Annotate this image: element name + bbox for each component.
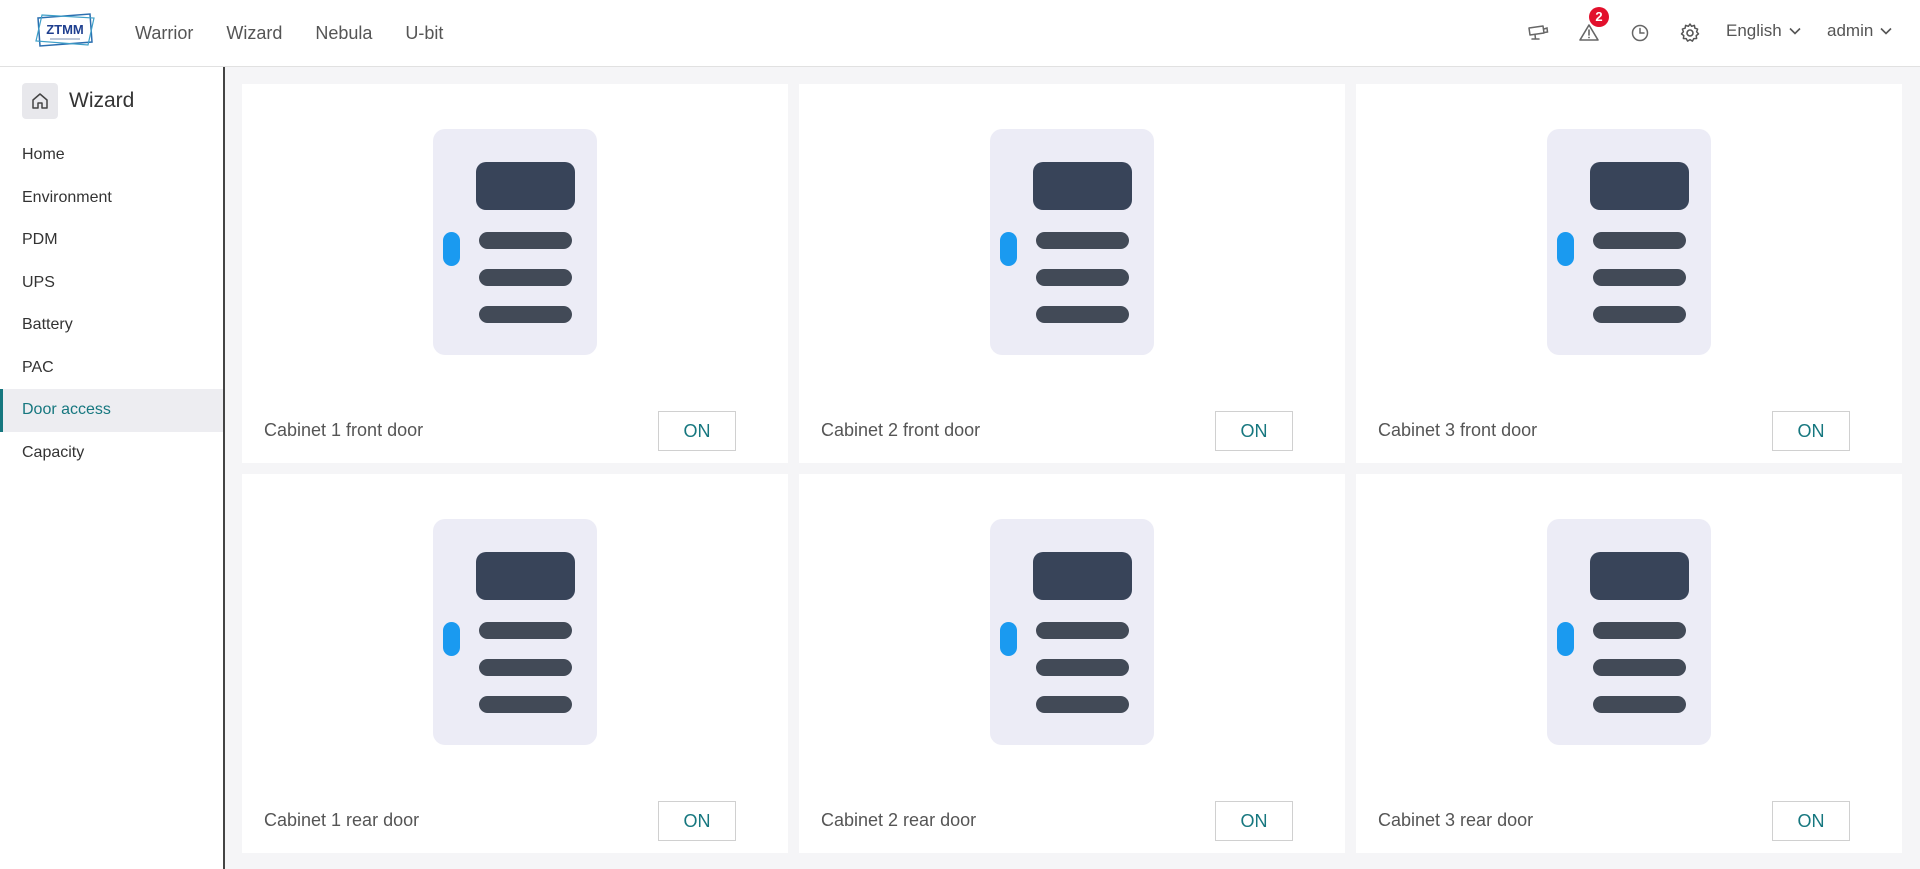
door-card: Cabinet 1 rear door ON (242, 474, 788, 853)
door-icon (990, 129, 1154, 355)
door-card: Cabinet 2 rear door ON (799, 474, 1345, 853)
user-dropdown[interactable]: admin (1827, 21, 1893, 41)
nav-u-bit[interactable]: U-bit (400, 23, 448, 44)
sidebar: Wizard Home Environment PDM UPS Battery … (0, 67, 225, 869)
nav-nebula[interactable]: Nebula (310, 23, 377, 44)
door-toggle-button[interactable]: ON (1215, 801, 1293, 841)
door-toggle-button[interactable]: ON (658, 801, 736, 841)
camera-icon[interactable] (1526, 21, 1550, 45)
door-grid: Cabinet 1 front door ON Cabinet 2 front do… (242, 84, 1902, 853)
home-button[interactable] (22, 83, 58, 119)
door-toggle-button[interactable]: ON (658, 411, 736, 451)
sidebar-header: Wizard (22, 83, 134, 119)
sidebar-item-pdm[interactable]: PDM (0, 219, 223, 262)
sidebar-item-door-access[interactable]: Door access (0, 389, 223, 432)
sidebar-item-capacity[interactable]: Capacity (0, 432, 223, 475)
sidebar-item-pac[interactable]: PAC (0, 347, 223, 390)
svg-text:ZTMM: ZTMM (46, 22, 84, 37)
sidebar-menu: Home Environment PDM UPS Battery PAC Doo… (0, 134, 223, 474)
sidebar-item-environment[interactable]: Environment (0, 177, 223, 220)
door-card: Cabinet 2 front door ON (799, 84, 1345, 463)
door-label: Cabinet 3 front door (1378, 420, 1538, 440)
door-icon (990, 519, 1154, 745)
door-label: Cabinet 1 rear door (264, 810, 420, 830)
alarm-count-badge: 2 (1589, 7, 1609, 27)
door-card: Cabinet 3 rear door ON (1356, 474, 1902, 853)
sidebar-item-ups[interactable]: UPS (0, 262, 223, 305)
history-icon[interactable] (1628, 21, 1652, 45)
home-icon (32, 93, 48, 109)
sidebar-title: Wizard (69, 89, 135, 112)
sidebar-item-battery[interactable]: Battery (0, 304, 223, 347)
door-label: Cabinet 1 front door (264, 420, 424, 440)
settings-icon[interactable] (1678, 21, 1702, 45)
nav-warrior[interactable]: Warrior (130, 23, 198, 44)
door-icon (433, 129, 597, 355)
language-label: English (1726, 21, 1782, 40)
user-label: admin (1827, 21, 1874, 40)
top-header: ZTMM Warrior Wizard Nebula U-bit 2 Engli… (0, 0, 1920, 67)
door-icon (1547, 129, 1711, 355)
door-access-panel: Cabinet 1 front door ON Cabinet 2 front do… (242, 84, 1902, 853)
top-nav: Warrior Wizard Nebula U-bit (130, 0, 471, 66)
door-toggle-button[interactable]: ON (1215, 411, 1293, 451)
chevron-down-icon (1789, 27, 1801, 35)
door-label: Cabinet 3 rear door (1378, 810, 1534, 830)
door-icon (1547, 519, 1711, 745)
door-label: Cabinet 2 rear door (821, 810, 977, 830)
door-icon (433, 519, 597, 745)
door-card: Cabinet 1 front door ON (242, 84, 788, 463)
door-label: Cabinet 2 front door (821, 420, 981, 440)
language-dropdown[interactable]: English (1726, 21, 1802, 41)
company-logo[interactable]: ZTMM (34, 12, 96, 48)
door-toggle-button[interactable]: ON (1772, 411, 1850, 451)
door-toggle-button[interactable]: ON (1772, 801, 1850, 841)
door-card: Cabinet 3 front door ON (1356, 84, 1902, 463)
sidebar-item-home[interactable]: Home (0, 134, 223, 177)
chevron-down-icon (1880, 27, 1892, 35)
nav-wizard[interactable]: Wizard (221, 23, 287, 44)
